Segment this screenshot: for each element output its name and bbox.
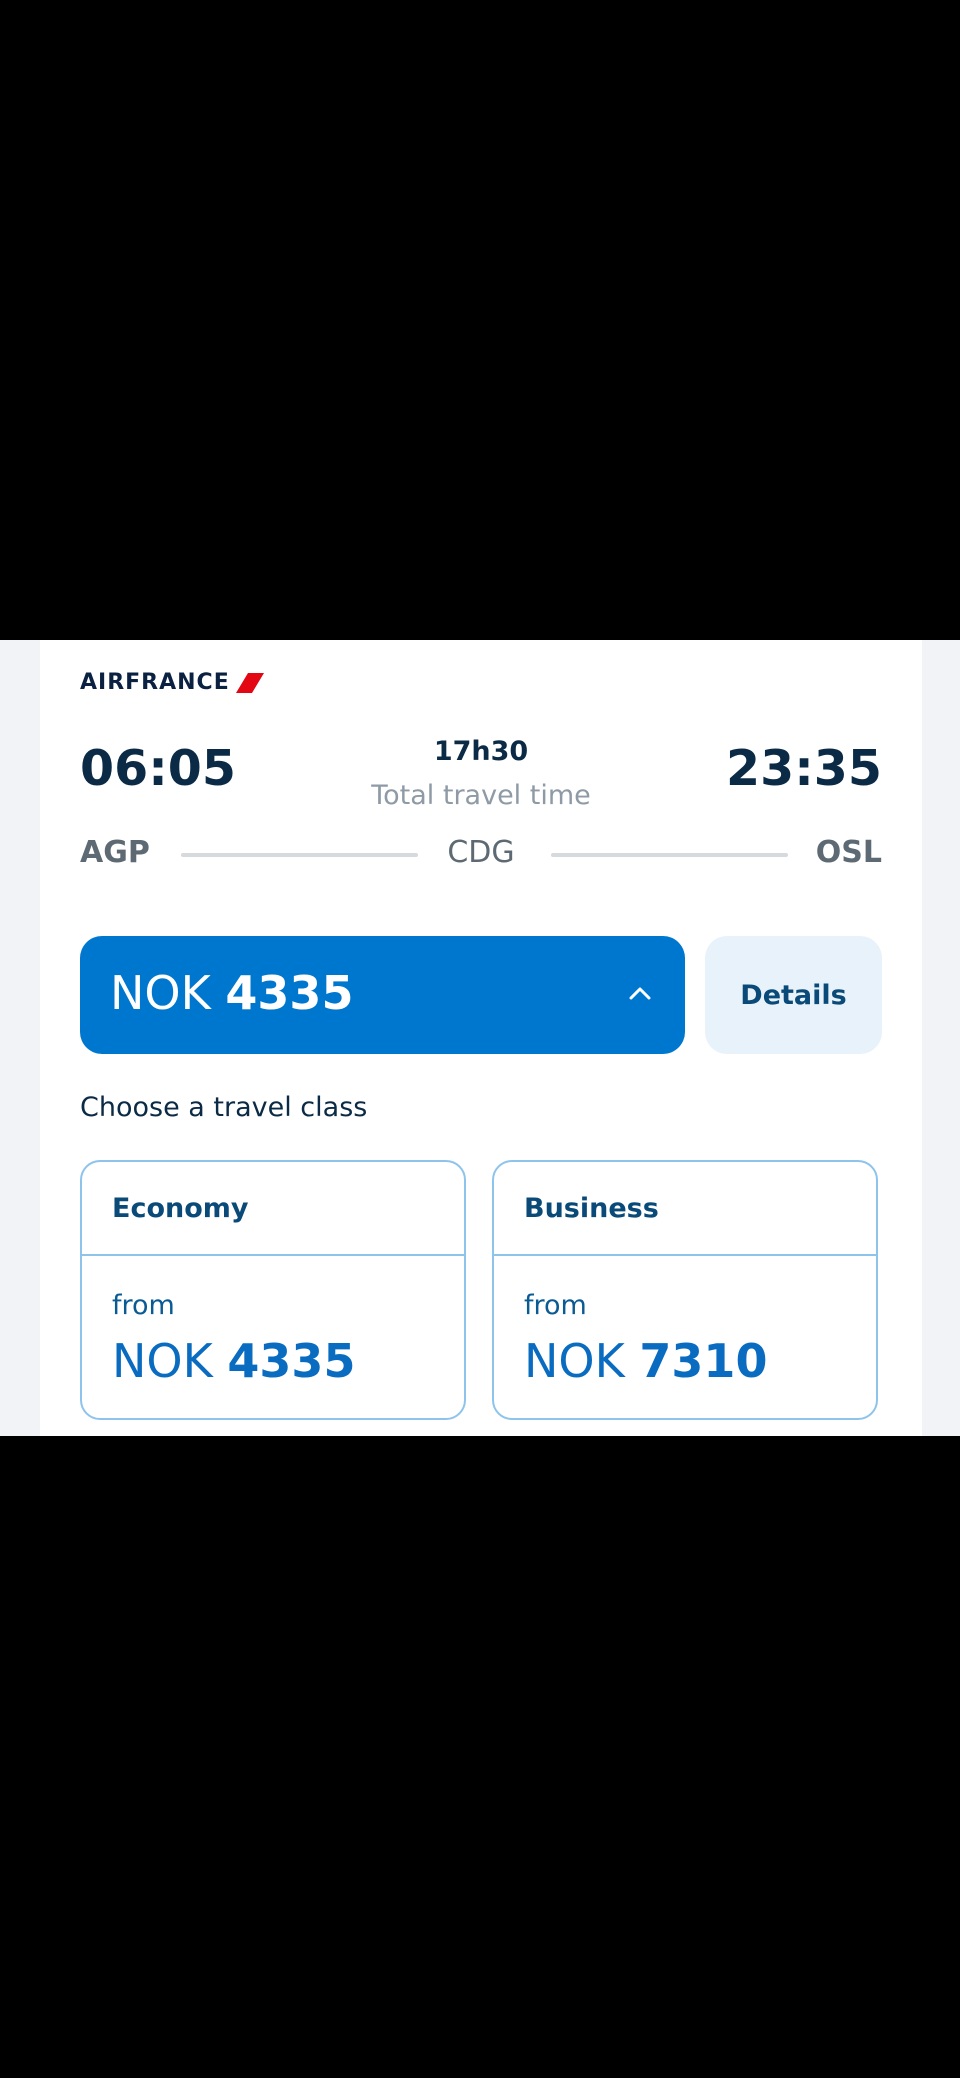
results-viewport: AIRFRANCE 06:05 17h30 Total travel time … xyxy=(0,640,960,1436)
destination-airport: OSL xyxy=(815,835,882,870)
travel-class-price-amount: 7310 xyxy=(639,1334,768,1388)
details-button[interactable]: Details xyxy=(705,936,882,1054)
route-line-second-leg xyxy=(551,853,788,857)
travel-class-option-business[interactable]: Business from NOK 7310 xyxy=(492,1160,878,1420)
travel-class-price-currency: NOK xyxy=(524,1334,625,1388)
travel-class-from-label: from xyxy=(524,1290,587,1321)
arrival-time: 23:35 xyxy=(726,740,882,797)
connection-airport: CDG xyxy=(447,835,515,870)
airline-logo-text: AIRFRANCE xyxy=(80,670,230,695)
travel-class-heading: Choose a travel class xyxy=(80,1092,368,1123)
price-toggle-button[interactable]: NOK 4335 xyxy=(80,936,685,1054)
selected-price-currency: NOK xyxy=(110,966,211,1020)
travel-class-from-label: from xyxy=(112,1290,175,1321)
travel-class-price-amount: 4335 xyxy=(227,1334,356,1388)
selected-price-amount: 4335 xyxy=(225,966,354,1020)
travel-class-price: NOK 4335 xyxy=(112,1338,355,1384)
airline-logo: AIRFRANCE xyxy=(80,670,264,695)
chevron-up-icon xyxy=(629,987,651,1000)
travel-class-price-currency: NOK xyxy=(112,1334,213,1388)
travel-class-option-economy[interactable]: Economy from NOK 4335 xyxy=(80,1160,466,1420)
airfrance-stripe-icon xyxy=(235,672,264,693)
travel-class-name: Business xyxy=(494,1162,876,1256)
travel-class-price: NOK 7310 xyxy=(524,1338,767,1384)
selected-price: NOK 4335 xyxy=(110,970,353,1016)
flight-offer-card[interactable]: AIRFRANCE 06:05 17h30 Total travel time … xyxy=(40,640,922,1436)
travel-class-name: Economy xyxy=(82,1162,464,1256)
